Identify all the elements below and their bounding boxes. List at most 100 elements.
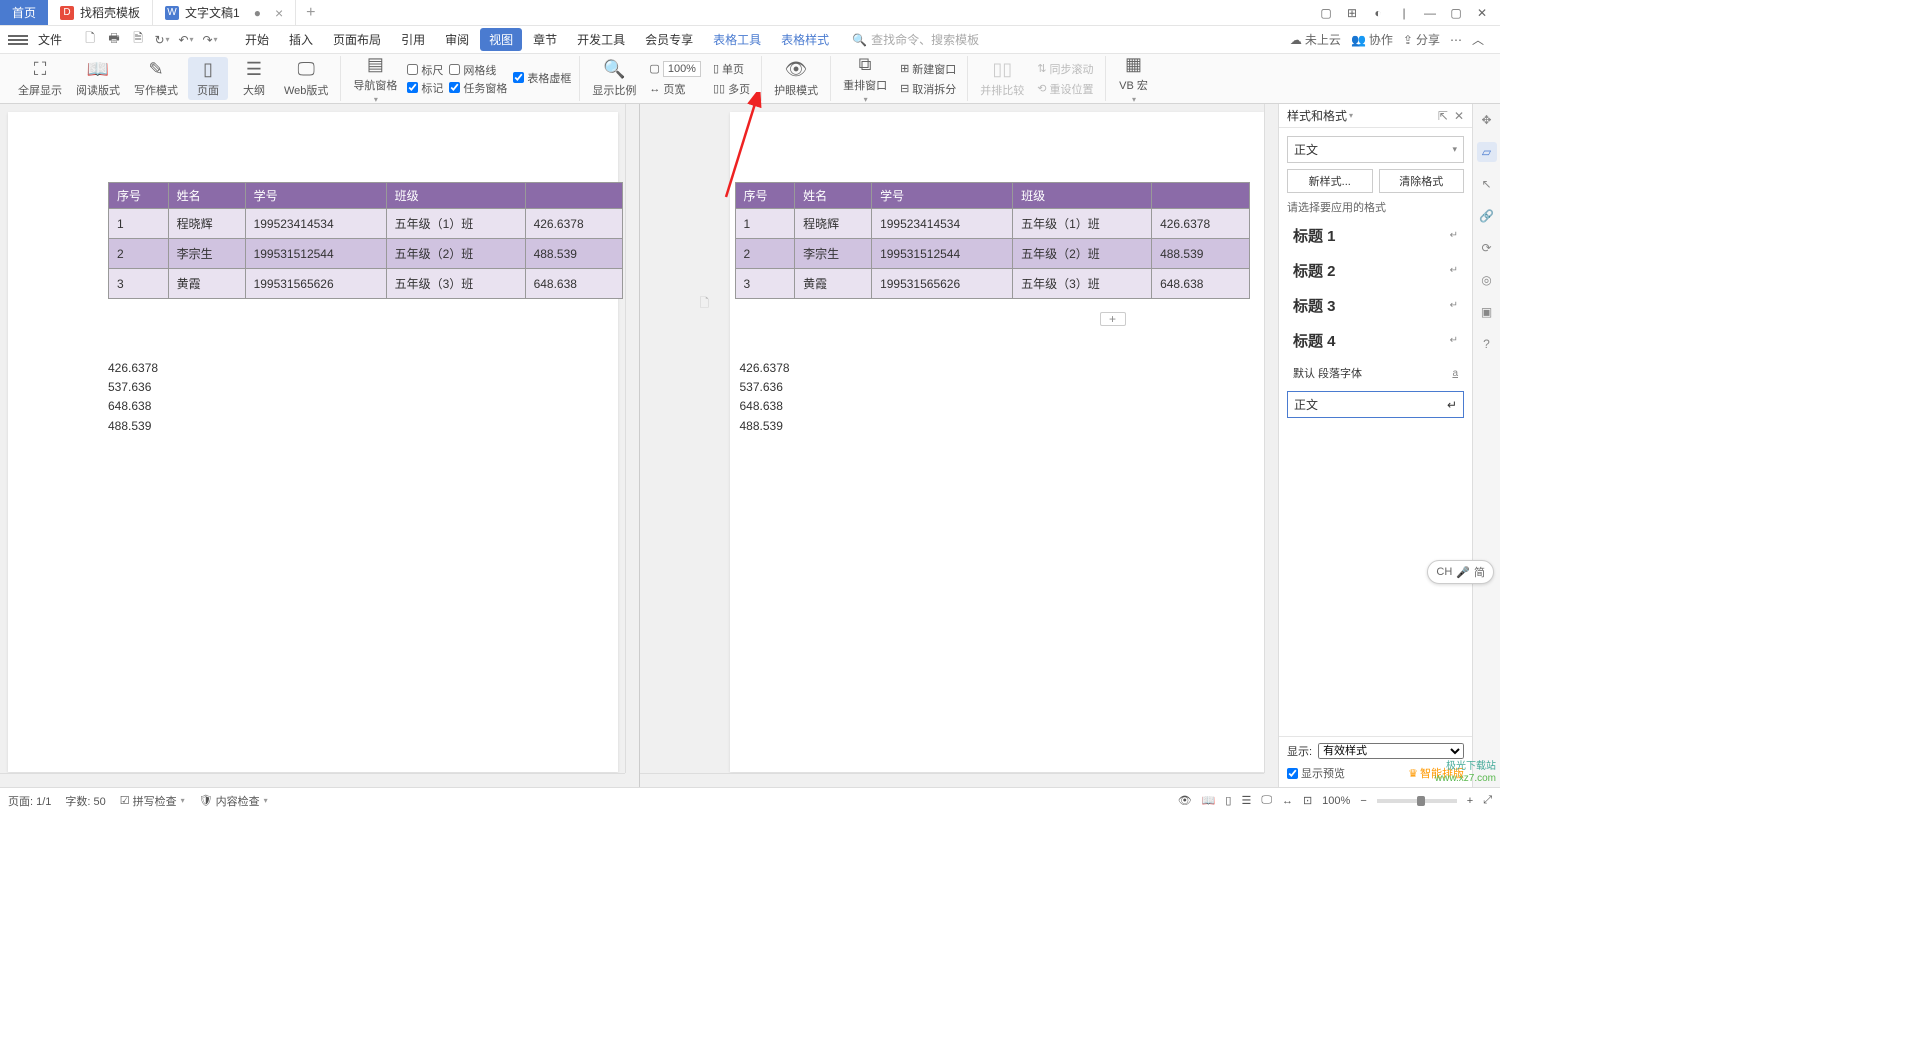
- web-layout-button[interactable]: 🖵Web版式: [280, 57, 332, 100]
- chevron-up-icon[interactable]: ︿: [1472, 31, 1484, 48]
- fullscreen-button[interactable]: ⛶全屏显示: [14, 57, 66, 100]
- view-read-icon[interactable]: 📖: [1202, 794, 1216, 807]
- view-outline-icon[interactable]: ☰: [1241, 794, 1251, 807]
- view-eye-icon[interactable]: 👁: [1178, 794, 1192, 807]
- new-window-button[interactable]: ⊞新建窗口: [897, 60, 959, 78]
- display-mode-select[interactable]: 有效样式: [1318, 743, 1464, 759]
- tab-add-button[interactable]: +: [296, 0, 325, 25]
- cloud-status[interactable]: ☁未上云: [1290, 31, 1341, 48]
- user-icon[interactable]: ◐: [1366, 3, 1390, 23]
- close-window-button[interactable]: ✕: [1470, 3, 1494, 23]
- expand-icon[interactable]: ⤢: [1483, 794, 1492, 807]
- sync-cloud-icon[interactable]: ⟳: [1477, 238, 1497, 258]
- zoom-button[interactable]: 🔍显示比例: [588, 57, 640, 100]
- multi-page-button[interactable]: ▯▯多页: [710, 80, 753, 98]
- tab-home[interactable]: 首页: [0, 0, 48, 25]
- menu-view[interactable]: 视图: [480, 28, 522, 51]
- location-icon[interactable]: ◎: [1477, 270, 1497, 290]
- scrollbar-vertical[interactable]: [625, 104, 639, 773]
- read-layout-button[interactable]: 📖阅读版式: [72, 57, 124, 100]
- tab-document[interactable]: W 文字文稿1 ● ×: [153, 0, 296, 25]
- zoom-100[interactable]: ▢100%: [646, 60, 704, 78]
- scrollbar-vertical[interactable]: [1264, 104, 1278, 773]
- data-table-right[interactable]: 序号 姓名 学号 班级 1程晓辉199523414534五年级（1）班426.6…: [735, 182, 1250, 299]
- link-icon[interactable]: 🔗: [1477, 206, 1497, 226]
- menu-members[interactable]: 会员专享: [636, 28, 702, 51]
- tab-templates[interactable]: D 找稻壳模板: [48, 0, 153, 25]
- save-icon[interactable]: 🗋: [80, 30, 100, 50]
- table-row[interactable]: 3黄霞199531565626五年级（3）班648.638: [109, 269, 623, 299]
- eye-protect-button[interactable]: 👁护眼模式: [770, 57, 822, 100]
- table-row[interactable]: 2李宗生199531512544五年级（2）班488.539: [109, 239, 623, 269]
- data-table-left[interactable]: 序号 姓名 学号 班级 1程晓辉199523414534五年级（1）班426.6…: [108, 182, 623, 299]
- outline-button[interactable]: ☰大纲: [234, 57, 274, 100]
- undo-icon[interactable]: ↶▾: [176, 30, 196, 50]
- view-web-icon[interactable]: 🖵: [1261, 794, 1272, 807]
- style-heading-3[interactable]: 标题 3↵: [1287, 291, 1464, 320]
- zoom-display[interactable]: 100%: [1322, 795, 1350, 807]
- menu-page-layout[interactable]: 页面布局: [324, 28, 390, 51]
- table-dashed-checkbox[interactable]: 表格虚框: [513, 70, 571, 86]
- style-heading-4[interactable]: 标题 4↵: [1287, 326, 1464, 355]
- page-layout-button[interactable]: ▯页面: [188, 57, 228, 100]
- nav-pane-button[interactable]: ▤导航窗格▾: [349, 52, 401, 106]
- menu-table-tools[interactable]: 表格工具: [704, 28, 770, 51]
- content-check-toggle[interactable]: 🛡内容检查▾: [199, 793, 268, 809]
- menu-developer[interactable]: 开发工具: [568, 28, 634, 51]
- clear-format-button[interactable]: 清除格式: [1379, 169, 1465, 193]
- style-heading-2[interactable]: 标题 2↵: [1287, 256, 1464, 285]
- file-menu[interactable]: 文件: [30, 31, 70, 48]
- single-page-button[interactable]: ▯单页: [710, 60, 753, 78]
- page-info[interactable]: 页面: 1/1: [8, 793, 51, 809]
- task-pane-checkbox[interactable]: 任务窗格: [449, 80, 507, 96]
- menu-sections[interactable]: 章节: [524, 28, 566, 51]
- layout-icon[interactable]: ▢: [1314, 3, 1338, 23]
- table-row[interactable]: 2李宗生199531512544五年级（2）班488.539: [735, 239, 1249, 269]
- hamburger-icon[interactable]: [8, 35, 28, 45]
- fit-icon[interactable]: ⊡: [1303, 794, 1312, 807]
- collab-button[interactable]: 👥协作: [1351, 31, 1393, 48]
- zoom-slider[interactable]: [1377, 799, 1457, 803]
- side-by-side-button[interactable]: ▯▯并排比较: [976, 57, 1028, 100]
- zoom-out-button[interactable]: −: [1360, 795, 1366, 807]
- print-icon[interactable]: 🖶: [104, 30, 124, 50]
- scrollbar-horizontal[interactable]: [640, 773, 1265, 787]
- table-row[interactable]: 1程晓辉199523414534五年级（1）班426.6378: [109, 209, 623, 239]
- maximize-button[interactable]: ▢: [1444, 3, 1468, 23]
- current-style-select[interactable]: 正文 ▾: [1287, 136, 1464, 163]
- command-search[interactable]: 🔍 查找命令、搜索模板: [852, 31, 979, 48]
- menu-table-styles[interactable]: 表格样式: [772, 28, 838, 51]
- panel-close-icon[interactable]: ✕: [1454, 109, 1464, 123]
- grid-checkbox[interactable]: 网格线: [449, 62, 507, 78]
- view-page-icon[interactable]: ▯: [1225, 794, 1231, 807]
- panel-pin-icon[interactable]: ⇱: [1438, 109, 1448, 123]
- menu-review[interactable]: 审阅: [436, 28, 478, 51]
- refresh-icon[interactable]: ↻▾: [152, 30, 172, 50]
- format-brush-icon[interactable]: ▱: [1477, 142, 1497, 162]
- apps-icon[interactable]: ⊞: [1340, 3, 1364, 23]
- spell-check-toggle[interactable]: ☑拼写检查▾: [120, 793, 185, 809]
- arrange-window-button[interactable]: ⧉重排窗口▾: [839, 52, 891, 106]
- word-count[interactable]: 字数: 50: [65, 793, 105, 809]
- ime-indicator[interactable]: CH 🎤 简: [1427, 560, 1494, 584]
- cursor-icon[interactable]: ↖: [1477, 174, 1497, 194]
- select-tool-icon[interactable]: ✥: [1477, 110, 1497, 130]
- table-add-row-button[interactable]: +: [1100, 312, 1126, 326]
- style-body-text[interactable]: 正文 ↵: [1287, 391, 1464, 418]
- tab-close-button[interactable]: ×: [275, 5, 283, 21]
- more-icon[interactable]: ⋯: [1450, 33, 1462, 47]
- clipboard-icon[interactable]: ▣: [1477, 302, 1497, 322]
- paragraph-block-right[interactable]: 426.6378 537.636 648.638 488.539: [740, 359, 1264, 436]
- menu-start[interactable]: 开始: [236, 28, 278, 51]
- view-fullwidth-icon[interactable]: ↔: [1282, 795, 1293, 807]
- table-row[interactable]: 1程晓辉199523414534五年级（1）班426.6378: [735, 209, 1249, 239]
- ruler-checkbox[interactable]: 标尺: [407, 62, 443, 78]
- cancel-split-button[interactable]: ⊟取消拆分: [897, 80, 959, 98]
- style-default-font[interactable]: 默认 段落字体a: [1287, 361, 1464, 385]
- show-preview-checkbox[interactable]: 显示预览: [1287, 765, 1345, 781]
- menu-references[interactable]: 引用: [392, 28, 434, 51]
- share-button[interactable]: ⇪分享: [1403, 31, 1440, 48]
- minimize-button[interactable]: —: [1418, 3, 1442, 23]
- help-icon[interactable]: ?: [1477, 334, 1497, 354]
- table-row[interactable]: 3黄霞199531565626五年级（3）班648.638: [735, 269, 1249, 299]
